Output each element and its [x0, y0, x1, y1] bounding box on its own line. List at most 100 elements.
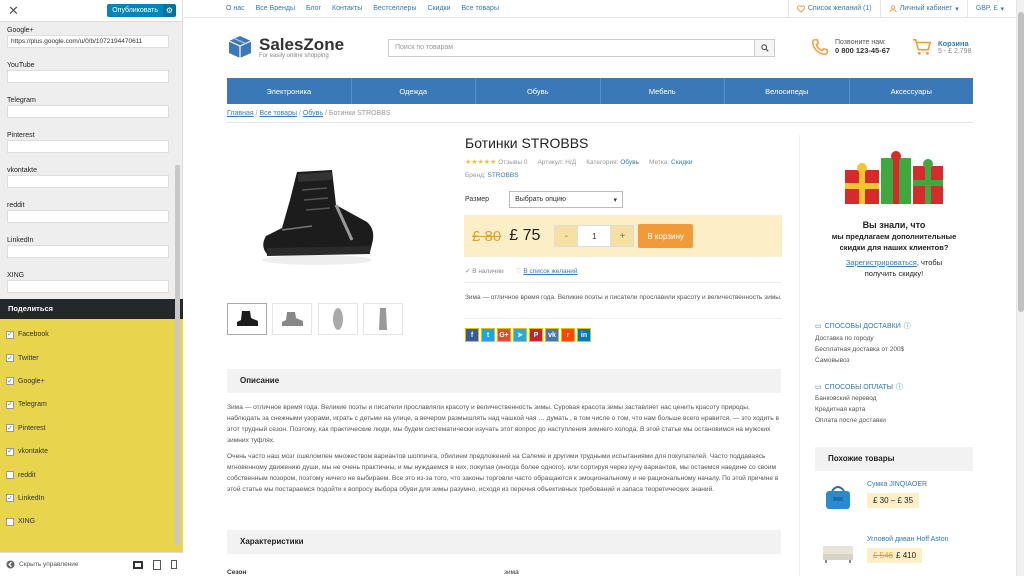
similar-product[interactable]: Угловой диван Hoff Aston £ 546 £ 410	[815, 536, 973, 568]
field-linkedin: LinkedIn	[0, 232, 183, 258]
top-link-bestsellers[interactable]: Бестселлеры	[373, 5, 416, 12]
product-thumbnail[interactable]	[318, 303, 358, 335]
size-select-value: Выбрать опцию	[515, 196, 567, 203]
phone-number[interactable]: 0 800 123-45-67	[835, 46, 890, 55]
nav-accessories[interactable]: Аксессуары	[850, 78, 974, 104]
top-link-brands[interactable]: Все Бренды	[256, 5, 295, 12]
linkedin-icon[interactable]: in	[577, 328, 591, 342]
product-main-image[interactable]	[227, 140, 407, 290]
top-link-all-products[interactable]: Все товары	[461, 5, 499, 12]
nav-clothing[interactable]: Одежда	[352, 78, 476, 104]
share-option-linkedin[interactable]: ✓ LinkedIn	[6, 487, 183, 510]
logo[interactable]: SalesZone For easily online shopping	[227, 34, 344, 60]
breadcrumb-category[interactable]: Обувь	[303, 110, 323, 117]
reviews-count[interactable]: Отзывы 0	[498, 159, 527, 166]
sofa-image[interactable]	[815, 536, 861, 568]
xing-input[interactable]	[7, 280, 169, 293]
checkbox[interactable]	[6, 517, 14, 526]
facebook-icon[interactable]: f	[465, 328, 479, 342]
similar-product-name[interactable]: Сумка JINQIAOER	[867, 481, 927, 488]
customizer-scrollbar[interactable]	[175, 165, 180, 545]
checkbox[interactable]	[6, 471, 14, 480]
twitter-icon[interactable]: t	[481, 328, 495, 342]
collapse-button[interactable]: Скрыть управление	[6, 560, 123, 569]
brand-link[interactable]: STROBBS	[488, 172, 519, 179]
bag-image[interactable]	[815, 481, 861, 513]
similar-product[interactable]: Сумка JINQIAOER £ 30 – £ 35	[815, 481, 973, 513]
currency-select[interactable]: GBP, £ ▾	[966, 0, 1012, 18]
tag-label: Метка:	[648, 158, 670, 166]
description-tab-header[interactable]: Описание	[227, 369, 781, 393]
credit-card-icon: ▭	[815, 384, 822, 391]
vkontakte-icon[interactable]: vk	[545, 328, 559, 342]
google-plus-input[interactable]: https://plus.google.com/u/0/b/1072194470…	[7, 35, 169, 48]
breadcrumb-all-products[interactable]: Все товары	[260, 110, 298, 117]
top-link-sale[interactable]: Скидки	[427, 5, 450, 12]
page-scrollbar[interactable]	[1016, 0, 1024, 576]
top-link-contacts[interactable]: Контакты	[332, 5, 362, 12]
page-scrollbar-thumb[interactable]	[1018, 12, 1024, 312]
top-link-blog[interactable]: Блог	[306, 5, 321, 12]
quantity-input[interactable]: 1	[577, 226, 612, 246]
breadcrumb-home[interactable]: Главная	[227, 110, 254, 117]
spec-row: Сезон зима	[227, 569, 781, 576]
gear-icon[interactable]: ⚙	[163, 4, 176, 17]
checkbox[interactable]: ✓	[6, 400, 14, 409]
search-icon[interactable]	[754, 40, 774, 56]
check-icon: ✓	[465, 268, 471, 275]
nav-electronics[interactable]: Электроника	[227, 78, 352, 104]
info-icon[interactable]: ⓘ	[896, 382, 903, 392]
nav-shoes[interactable]: Обувь	[476, 78, 601, 104]
publish-button[interactable]: Опубликовать	[107, 4, 163, 17]
top-link-about[interactable]: О нас	[226, 5, 245, 12]
checkbox[interactable]: ✓	[6, 424, 14, 433]
google-plus-icon[interactable]: G+	[497, 328, 511, 342]
top-bar: О нас Все Бренды Блог Контакты Бестселле…	[184, 0, 1024, 18]
mobile-preview-icon[interactable]	[171, 560, 177, 569]
product-thumbnail[interactable]	[363, 303, 403, 335]
share-option-twitter[interactable]: ✓ Twitter	[6, 346, 183, 369]
info-icon[interactable]: ⓘ	[904, 321, 911, 331]
share-option-facebook[interactable]: ✓ Facebook	[6, 323, 183, 346]
nav-furniture[interactable]: Мебель	[601, 78, 725, 104]
wishlist-link[interactable]: Список желаний (1)	[787, 0, 880, 18]
reddit-icon[interactable]: r	[561, 328, 575, 342]
checkbox[interactable]: ✓	[6, 494, 14, 503]
add-to-wishlist-link[interactable]: В список желаний	[523, 268, 577, 275]
tag-link[interactable]: Скидки	[671, 159, 692, 166]
nav-bicycles[interactable]: Велосипеды	[725, 78, 850, 104]
pinterest-icon[interactable]: P	[529, 328, 543, 342]
category-link[interactable]: Обувь	[620, 159, 639, 166]
checkbox[interactable]: ✓	[6, 447, 14, 456]
product-thumbnail[interactable]	[227, 303, 267, 335]
checkbox[interactable]: ✓	[6, 354, 14, 363]
delivery-option: Доставка по городу	[815, 335, 874, 342]
checkbox[interactable]: ✓	[6, 330, 14, 339]
size-select[interactable]: Выбрать опцию ▾	[509, 191, 624, 208]
reddit-input[interactable]	[7, 210, 169, 223]
share-option-pinterest[interactable]: ✓ Pinterest	[6, 417, 183, 440]
quantity-decrease-button[interactable]: -	[555, 226, 578, 246]
cart-block[interactable]: Корзина 5 - £ 2,798	[912, 38, 971, 56]
share-option-telegram[interactable]: ✓ Telegram	[6, 393, 183, 416]
desktop-preview-icon[interactable]	[133, 560, 143, 569]
sku-value: Н/Д	[565, 158, 577, 166]
site-preview: О нас Все Бренды Блог Контакты Бестселле…	[184, 0, 1024, 576]
specs-tab-header[interactable]: Характеристики	[227, 530, 781, 554]
product-thumbnail[interactable]	[272, 303, 312, 335]
checkbox[interactable]: ✓	[6, 377, 14, 386]
spec-value: зима	[504, 569, 519, 576]
similar-product-name[interactable]: Угловой диван Hoff Aston	[867, 536, 948, 543]
account-menu[interactable]: Личный кабинет ▾	[879, 0, 967, 18]
share-option-google-plus[interactable]: ✓ Google+	[6, 370, 183, 393]
tablet-preview-icon[interactable]	[153, 559, 161, 570]
quantity-increase-button[interactable]: +	[611, 226, 634, 246]
telegram-icon[interactable]: ➤	[513, 328, 527, 342]
share-option-vkontakte[interactable]: ✓ vkontakte	[6, 440, 183, 463]
close-icon[interactable]: ✕	[8, 3, 19, 19]
share-option-reddit[interactable]: reddit	[6, 463, 183, 486]
search-input[interactable]: Поиск по товарам	[389, 40, 754, 56]
add-to-cart-button[interactable]: В корзину	[638, 224, 693, 248]
share-option-xing[interactable]: XING	[6, 510, 183, 533]
register-link[interactable]: Зарегистрироваться	[846, 258, 917, 267]
